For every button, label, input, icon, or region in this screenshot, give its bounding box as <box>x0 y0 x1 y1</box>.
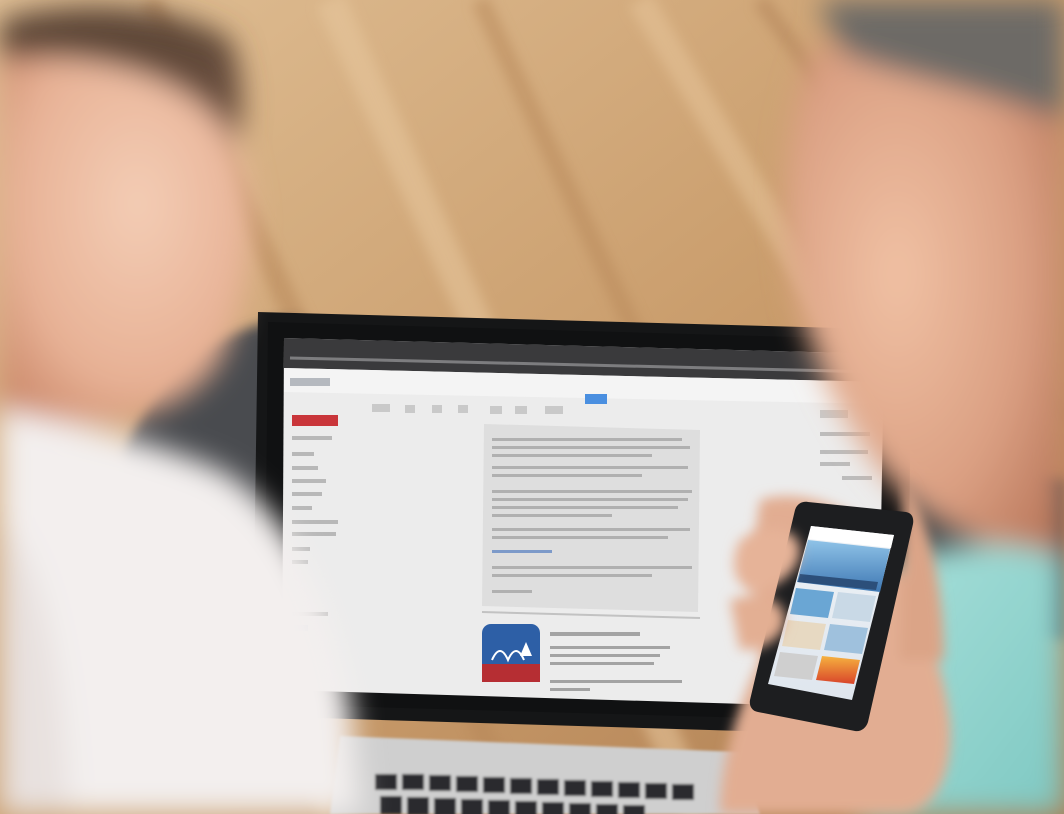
sunset-photo <box>816 656 860 684</box>
search-button <box>585 394 607 404</box>
app-tile-icon <box>482 624 540 682</box>
email-body <box>481 424 701 619</box>
logo-icon <box>290 378 330 386</box>
compose-button <box>292 415 338 426</box>
photo-scene <box>0 0 1064 814</box>
